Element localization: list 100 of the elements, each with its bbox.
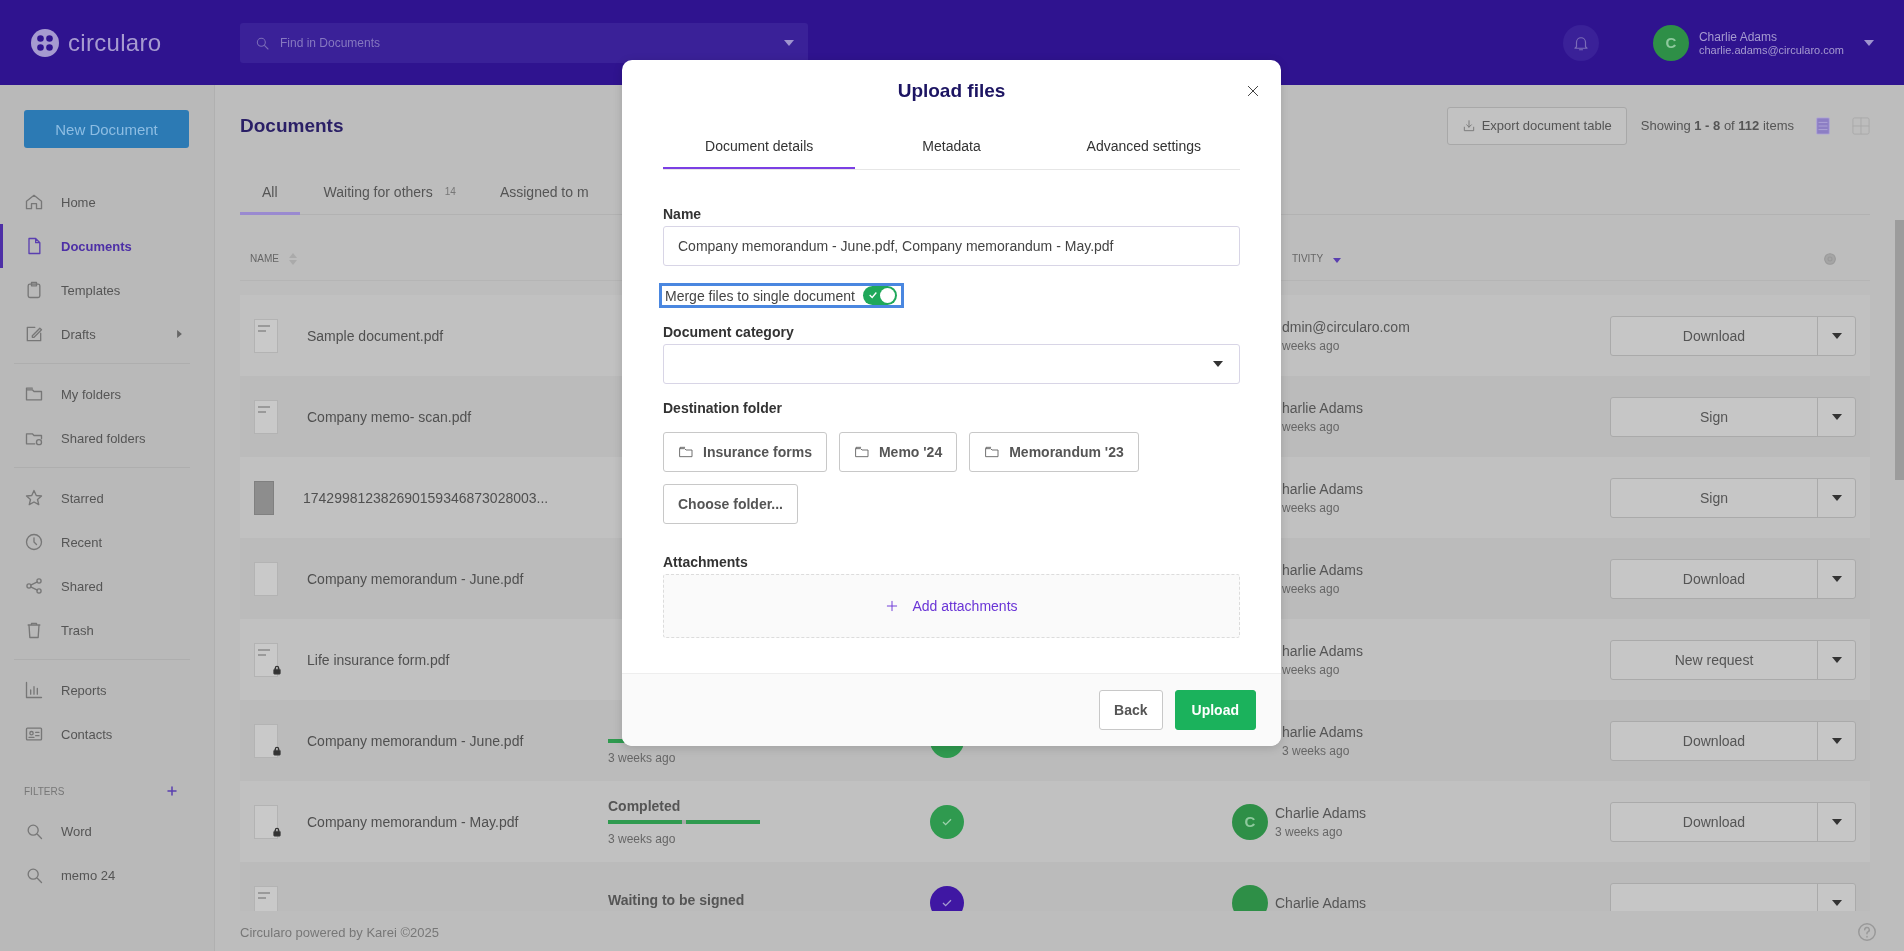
caret-icon: [1831, 413, 1842, 420]
sidebar-item[interactable]: Recent: [0, 520, 214, 564]
time-ago: weeks ago: [1282, 581, 1341, 596]
field-label: Name: [663, 205, 702, 224]
add-attachments-link[interactable]: Add attachments: [885, 598, 1018, 614]
time-ago: weeks ago: [1282, 338, 1341, 353]
folder-button[interactable]: Memorandum '23: [969, 432, 1139, 472]
sidebar-item[interactable]: Starred: [0, 476, 214, 520]
time-ago: 3 weeks ago: [1282, 743, 1351, 758]
search-field[interactable]: Find in Documents: [240, 22, 808, 63]
toggle-label: Merge files to single document: [665, 287, 855, 304]
sidebar-item[interactable]: Templates: [0, 268, 214, 312]
user-name: harlie Adams: [1282, 399, 1363, 416]
tab[interactable]: Document details: [663, 122, 856, 169]
caret-icon: [1831, 332, 1842, 339]
tab[interactable]: Advanced settings: [1047, 122, 1240, 169]
folder-icon: [678, 444, 694, 460]
action-button[interactable]: Download: [1611, 802, 1817, 841]
field-label: Document category: [663, 323, 794, 342]
time-ago: 3 weeks ago: [608, 751, 676, 766]
document-name[interactable]: Company memorandum - June.pdf: [307, 570, 524, 587]
document-name[interactable]: Life insurance form.pdf: [307, 651, 450, 668]
document-name[interactable]: 174299812382690159346873028003...: [303, 489, 549, 506]
sidebar-item[interactable]: Contacts: [0, 712, 214, 756]
user-avatar: C: [1232, 803, 1268, 840]
action-button[interactable]: New request: [1611, 640, 1817, 679]
list-view-button[interactable]: [1814, 116, 1832, 135]
action-button[interactable]: Sign: [1611, 478, 1817, 517]
sidebar-item[interactable]: Drafts: [0, 312, 214, 356]
notifications-button[interactable]: [1562, 24, 1599, 61]
settings-icon: [1822, 250, 1838, 267]
time-ago: 3 weeks ago: [608, 831, 676, 846]
time-ago: weeks ago: [1282, 662, 1341, 677]
caret-icon: [1864, 39, 1874, 46]
filter-item[interactable]: Word: [0, 809, 214, 853]
caret-icon: [784, 39, 794, 46]
caret-icon: [1213, 361, 1223, 367]
user-name: Charlie Adams: [1698, 29, 1778, 44]
star-icon: [24, 488, 44, 508]
name-field[interactable]: Company memorandum - June.pdf, Company memorandum - May.pdf: [663, 226, 1240, 266]
sidebar-item[interactable]: Documents: [0, 224, 214, 268]
back-button[interactable]: Back: [1099, 690, 1163, 730]
action-button[interactable]: Sign: [1611, 397, 1817, 436]
user-name: Charlie Adams: [1275, 804, 1367, 821]
time-ago: 3 weeks ago: [1275, 824, 1344, 839]
footer-text: Circularo powered by Karei ©2025: [240, 924, 439, 940]
export-icon: [1461, 118, 1476, 133]
tab[interactable]: Waiting for others 14: [323, 168, 476, 215]
close-icon: [1245, 83, 1261, 99]
toggle-switch[interactable]: [862, 286, 897, 305]
new-document-button[interactable]: New Document: [24, 110, 189, 148]
user-name: Charlie Adams: [1275, 894, 1367, 911]
column-header[interactable]: TIVITY: [1292, 253, 1324, 265]
document-name[interactable]: Company memorandum - May.pdf: [307, 813, 519, 830]
help-icon: [1856, 921, 1878, 944]
close-button[interactable]: [1245, 83, 1261, 99]
merge-toggle-row[interactable]: Merge files to single document: [659, 283, 904, 308]
document-thumbnail: [254, 723, 278, 758]
tab[interactable]: Assigned to m: [499, 168, 589, 215]
folder-button[interactable]: Insurance forms: [663, 432, 827, 472]
document-thumbnail: [254, 804, 278, 839]
sidebar-item[interactable]: Home: [0, 180, 214, 224]
action-button[interactable]: Download: [1611, 721, 1817, 760]
action-button[interactable]: Download: [1611, 559, 1817, 598]
sidebar-item[interactable]: Reports: [0, 668, 214, 712]
sidebar-item[interactable]: Shared: [0, 564, 214, 608]
logo-icon: [30, 27, 60, 58]
export-button[interactable]: Export document table: [1446, 106, 1627, 145]
document-name[interactable]: Company memorandum - June.pdf: [307, 732, 524, 749]
folder-icon: [853, 444, 870, 460]
user-name: harlie Adams: [1282, 480, 1363, 497]
choose-folder-button[interactable]: Choose folder...: [663, 484, 798, 524]
item-count: 14: [444, 186, 456, 198]
column-header[interactable]: NAME: [250, 253, 279, 265]
category-dropdown[interactable]: [663, 344, 1240, 384]
sidebar-item[interactable]: My folders: [0, 372, 214, 416]
attachment-dropzone[interactable]: Add attachments: [663, 574, 1240, 638]
tab[interactable]: All: [240, 168, 300, 215]
section-heading: FILTERS: [24, 785, 66, 797]
filter-item[interactable]: memo 24: [0, 853, 214, 897]
page-title: Documents: [240, 114, 344, 137]
folder-button[interactable]: Memo '24: [838, 432, 958, 472]
upload-button[interactable]: Upload: [1174, 690, 1256, 730]
tab[interactable]: Metadata: [855, 122, 1048, 169]
sidebar-item[interactable]: Shared folders: [0, 416, 214, 460]
status-label: Completed: [608, 797, 681, 814]
user-name: harlie Adams: [1282, 723, 1363, 740]
document-name[interactable]: Company memo- scan.pdf: [307, 408, 472, 425]
document-name[interactable]: Sample document.pdf: [307, 327, 444, 344]
share-icon: [24, 576, 44, 596]
document-thumbnail: [254, 480, 274, 515]
action-button[interactable]: Download: [1611, 316, 1817, 355]
caret-icon: [1831, 575, 1842, 582]
add-filter-button[interactable]: [166, 785, 178, 797]
sidebar-item[interactable]: Trash: [0, 608, 214, 652]
caret-icon: [1831, 899, 1842, 906]
chart-icon: [24, 680, 44, 700]
caret-icon: [1831, 494, 1842, 501]
plus-icon: [885, 599, 900, 613]
clock-icon: [24, 532, 44, 552]
